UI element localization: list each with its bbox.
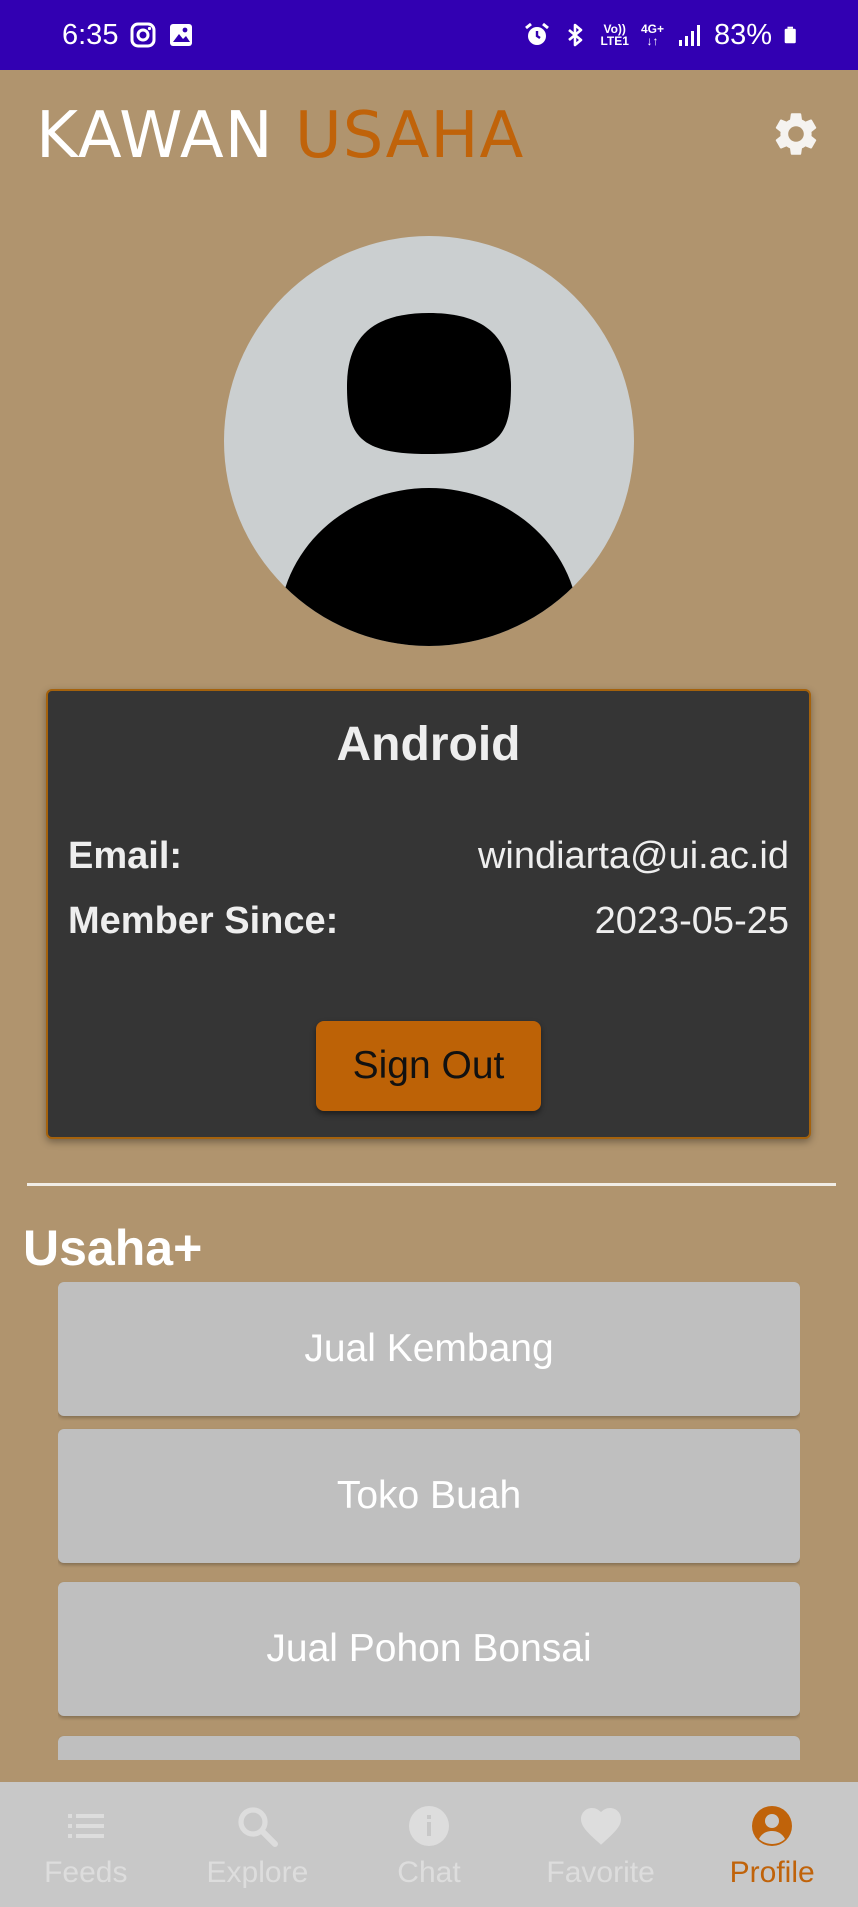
- nav-favorite-label: Favorite: [546, 1856, 655, 1889]
- nav-favorite[interactable]: Favorite: [515, 1782, 687, 1907]
- profile-name: Android: [336, 718, 521, 771]
- instagram-icon: [130, 22, 156, 48]
- bluetooth-icon: [568, 23, 583, 47]
- person-silhouette-icon: [279, 313, 579, 646]
- status-bar-right: Vo)) LTE1 4G+ ↓↑ 83%: [524, 19, 802, 52]
- data-arrows: ↓↑: [646, 34, 659, 48]
- list-icon: [67, 1814, 104, 1838]
- status-bar: 6:35 Vo)) LTE1 4G+ ↓↑ 83%: [0, 0, 858, 70]
- usaha-item-jual-pohon-bonsai[interactable]: Jual Pohon Bonsai: [58, 1582, 800, 1716]
- avatar[interactable]: [224, 236, 634, 646]
- nav-explore-label: Explore: [206, 1856, 309, 1889]
- battery-percent: 83%: [713, 18, 772, 51]
- volte-indicator: Vo)) LTE1: [600, 23, 628, 47]
- account-circle-icon: [752, 1806, 793, 1846]
- status-time: 6:35: [62, 18, 119, 51]
- nav-feeds[interactable]: Feeds: [0, 1782, 172, 1907]
- profile-card: Android Email: windiarta@ui.ac.id Member…: [46, 689, 811, 1139]
- app-title-part1: KAWAN: [36, 99, 274, 173]
- member-since-row: Member Since: 2023-05-25: [68, 896, 789, 946]
- status-bar-left: 6:35: [62, 19, 194, 52]
- usaha-item-toko-buah[interactable]: Toko Buah: [58, 1429, 800, 1563]
- usaha-section-title: Usaha+: [23, 1220, 203, 1276]
- nav-chat-label: Chat: [397, 1856, 461, 1889]
- bottom-navigation: Feeds Explore Chat Favorite Profile: [0, 1782, 858, 1907]
- email-value: windiarta@ui.ac.id: [477, 834, 789, 877]
- section-divider: [27, 1183, 836, 1186]
- email-row: Email: windiarta@ui.ac.id: [68, 831, 789, 881]
- email-label: Email:: [68, 834, 183, 877]
- nav-feeds-label: Feeds: [44, 1856, 128, 1889]
- app-title-part2: USAHA: [294, 99, 525, 173]
- network-indicator: 4G+ ↓↑: [641, 23, 664, 47]
- signal-icon: [678, 25, 700, 46]
- usaha-item-partial[interactable]: [58, 1736, 800, 1760]
- sign-out-button[interactable]: Sign Out: [316, 1021, 541, 1111]
- gallery-icon: [170, 24, 193, 46]
- heart-icon: [580, 1808, 621, 1845]
- nav-explore[interactable]: Explore: [172, 1782, 344, 1907]
- lte-text: LTE1: [600, 34, 629, 48]
- battery-icon: [784, 26, 796, 44]
- member-since-value: 2023-05-25: [594, 899, 789, 942]
- app-title: KAWAN USAHA: [36, 96, 524, 176]
- info-icon: [408, 1806, 449, 1846]
- nav-profile[interactable]: Profile: [686, 1782, 858, 1907]
- usaha-item-jual-kembang[interactable]: Jual Kembang: [58, 1282, 800, 1416]
- search-icon: [238, 1807, 279, 1847]
- nav-chat[interactable]: Chat: [343, 1782, 515, 1907]
- alarm-icon: [525, 22, 550, 45]
- gear-icon[interactable]: [770, 108, 822, 160]
- usaha-list[interactable]: Jual Kembang Toko Buah Jual Pohon Bonsai: [58, 1282, 800, 1760]
- nav-profile-label: Profile: [729, 1856, 815, 1889]
- member-since-label: Member Since:: [68, 899, 339, 942]
